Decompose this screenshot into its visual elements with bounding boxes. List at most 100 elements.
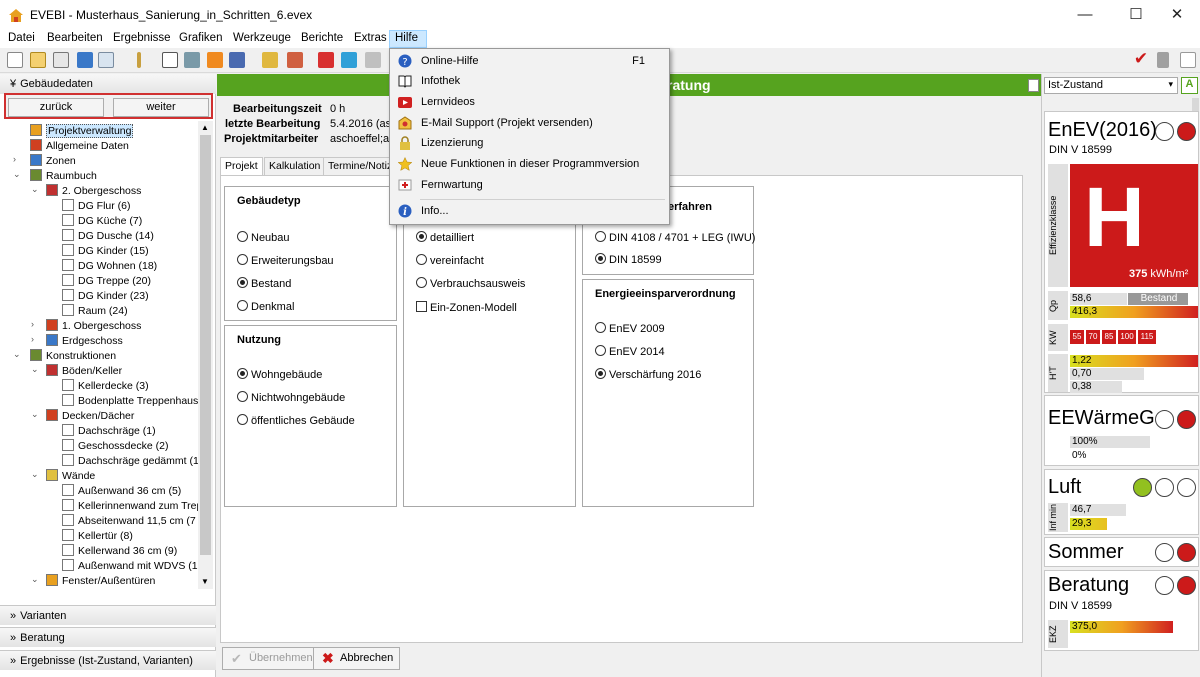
tree-item[interactable]: Bodenplatte Treppenhaus [62,394,198,409]
tree-item[interactable]: Fenster/Außentüren [46,574,155,589]
tree-item[interactable]: Decken/Dächer [46,409,134,424]
minimize-button[interactable]: — [1062,0,1108,30]
menu-item-info[interactable]: i Info... [392,201,667,221]
collapse-arrow-icon[interactable]: ⌄ [31,364,39,375]
save-icon[interactable] [53,52,69,68]
chart-icon[interactable] [1180,52,1196,68]
cancel-button[interactable]: ✖ Abbrechen [313,647,401,670]
tree-item[interactable]: Erdgeschoss [46,334,123,349]
radio-wohngebaeude[interactable]: Wohngebäude [237,368,322,381]
radio-denkmal[interactable]: Denkmal [237,300,294,313]
tree-scrollbar[interactable]: ▲ ▼ [198,121,213,589]
menu-item-email-support[interactable]: E-Mail Support (Projekt versenden) [392,113,667,133]
collapse-arrow-icon[interactable]: ⌄ [31,574,39,585]
tree-item[interactable]: Kellerdecke (3) [62,379,149,394]
radio-din-4108[interactable]: DIN 4108 / 4701 + LEG (IWU) [595,231,755,244]
menu-item-infothek[interactable]: Infothek [392,71,667,91]
tree-item[interactable]: Konstruktionen [30,349,116,364]
expand-arrow-icon[interactable]: › [13,154,16,164]
radio-enev-2009[interactable]: EnEV 2009 [595,322,665,335]
tree-item[interactable]: 1. Obergeschoss [46,319,141,334]
menu-extras[interactable]: Extras [353,32,388,44]
state-select[interactable]: Ist-Zustand ▾ [1044,77,1178,94]
radio-verschaerfung-2016[interactable]: Verschärfung 2016 [595,368,701,381]
menu-werkzeuge[interactable]: Werkzeuge [232,32,292,44]
tree-item[interactable]: Kellerwand 36 cm (9) [62,544,177,559]
apply-button[interactable]: ✔ Übernehmen [222,647,320,670]
expand-arrow-icon[interactable]: › [31,334,34,344]
tree-item[interactable]: Raumbuch [30,169,97,184]
collapse-arrow-icon[interactable]: ⌄ [13,349,21,360]
new-file-icon[interactable] [7,52,23,68]
radio-oeffentlich[interactable]: öffentliches Gebäude [237,414,355,427]
radio-enev-2014[interactable]: EnEV 2014 [595,345,665,358]
tree-item[interactable]: Kellerinnenwand zum Trep [62,499,198,514]
tree-item[interactable]: Raum (24) [62,304,128,319]
tree-item[interactable]: DG Kinder (23) [62,289,149,304]
import-icon[interactable] [1157,52,1169,68]
menu-ergebnisse[interactable]: Ergebnisse [112,32,172,44]
list-icon[interactable] [229,52,245,68]
radio-verbrauchsausweis[interactable]: Verbrauchsausweis [416,277,525,290]
table-icon[interactable] [287,52,303,68]
section-ergebnisse[interactable]: » Ergebnisse (Ist-Zustand, Varianten) [0,650,216,670]
tree-icon[interactable] [262,52,278,68]
menu-item-lernvideos[interactable]: Lernvideos [392,92,667,112]
close-button[interactable]: ✕ [1154,0,1200,30]
expand-arrow-icon[interactable]: › [31,319,34,329]
search-icon[interactable] [365,52,381,68]
report-icon[interactable] [318,52,334,68]
collapse-arrow-icon[interactable]: ⌄ [13,169,21,180]
collapse-arrow-icon[interactable]: ⌄ [31,409,39,420]
tree-item[interactable]: 2. Obergeschoss [46,184,141,199]
document-icon[interactable] [162,52,178,68]
header-scroll-icon[interactable] [1028,79,1039,92]
dena-icon[interactable] [98,52,114,68]
export-icon[interactable] [77,52,93,68]
forward-button[interactable]: weiter [113,98,209,117]
section-varianten[interactable]: » Varianten [0,605,216,625]
tree-item[interactable]: Zonen [30,154,76,169]
tree-item[interactable]: Kellertür (8) [62,529,133,544]
tree-item[interactable]: Projektverwaltung [30,124,134,139]
tree-item[interactable]: Geschossdecke (2) [62,439,168,454]
radio-neubau[interactable]: Neubau [237,231,290,244]
menu-item-lizenzierung[interactable]: Lizenzierung [392,133,667,153]
tab-termine[interactable]: Termine/Notiz [323,157,398,176]
scroll-thumb[interactable] [200,135,211,555]
next-step-icon[interactable] [207,52,223,68]
menu-datei[interactable]: Datei [7,32,36,44]
collapse-arrow-icon[interactable]: ⌄ [31,469,39,480]
status-a-icon[interactable]: A [1181,77,1198,94]
grid-icon[interactable] [341,52,357,68]
tree-item[interactable]: DG Dusche (14) [62,229,154,244]
scroll-thumb-right[interactable] [1192,98,1199,111]
tree-item[interactable]: DG Küche (7) [62,214,142,229]
tab-kalkulation[interactable]: Kalkulation [264,157,326,176]
section-gebaeudedaten[interactable]: ¥ Gebäudedaten [0,74,216,94]
checkbox-ein-zonen-modell[interactable]: Ein-Zonen-Modell [416,301,517,314]
maximize-button[interactable]: ☐ [1113,0,1159,30]
check-icon[interactable]: ✔ [1133,50,1149,68]
structure-icon[interactable] [184,52,200,68]
open-folder-icon[interactable] [30,52,46,68]
tab-projekt[interactable]: Projekt [220,157,263,176]
tree-item[interactable]: Allgemeine Daten [30,139,129,154]
menu-berichte[interactable]: Berichte [300,32,344,44]
menu-item-fernwartung[interactable]: Fernwartung [392,175,667,195]
tree-item[interactable]: DG Flur (6) [62,199,131,214]
tree-item[interactable]: Dachschräge (1) [62,424,156,439]
menu-grafiken[interactable]: Grafiken [178,32,223,44]
menu-item-online-hilfe[interactable]: ? Online-Hilfe F1 [392,51,667,71]
section-beratung[interactable]: » Beratung [0,627,216,647]
radio-vereinfacht[interactable]: vereinfacht [416,254,484,267]
pencil-icon[interactable] [137,52,141,68]
radio-erweiterungsbau[interactable]: Erweiterungsbau [237,254,334,267]
tree-item[interactable]: DG Kinder (15) [62,244,149,259]
radio-nichtwohngebaeude[interactable]: Nichtwohngebäude [237,391,345,404]
radio-detailliert[interactable]: detailliert [416,231,474,244]
tree-item[interactable]: Außenwand mit WDVS (1 [62,559,198,574]
menu-bearbeiten[interactable]: Bearbeiten [46,32,104,44]
tree-item[interactable]: DG Wohnen (18) [62,259,157,274]
collapse-arrow-icon[interactable]: ⌄ [31,184,39,195]
